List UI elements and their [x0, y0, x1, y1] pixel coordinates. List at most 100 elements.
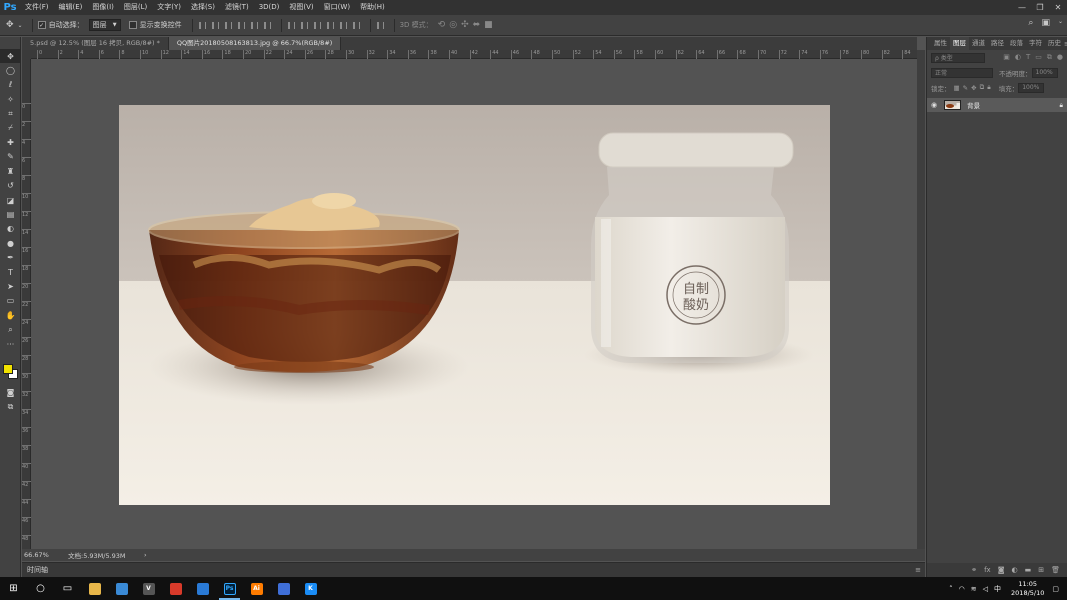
blend-mode-dropdown[interactable]: 正常 — [931, 67, 993, 78]
windows-start-icon[interactable]: ⊞ — [0, 577, 27, 600]
type-tool-icon[interactable]: T — [0, 265, 21, 279]
more-tools-icon[interactable]: ··· — [0, 337, 21, 351]
qq-icon[interactable] — [162, 577, 189, 600]
stamp-tool-icon[interactable]: ♜ — [0, 164, 21, 178]
store-icon[interactable] — [108, 577, 135, 600]
delete-layer-icon[interactable]: 🗑︎ — [1051, 566, 1060, 574]
adjustment-layer-icon[interactable]: ◐ — [1012, 566, 1018, 574]
foreground-color-swatch[interactable] — [3, 364, 13, 374]
new-layer-icon[interactable]: ⊞ — [1038, 566, 1044, 574]
network-icon[interactable]: ◠ — [959, 585, 965, 593]
menu-item-image[interactable]: 图像(I) — [87, 0, 119, 15]
menu-item-layer[interactable]: 图层(L) — [119, 0, 152, 15]
photoshop-icon[interactable]: Ps — [216, 577, 243, 600]
3d-roll-icon[interactable]: ◎ — [449, 20, 457, 30]
illustrator-icon[interactable]: Ai — [243, 577, 270, 600]
opacity-input[interactable]: 100% — [1031, 67, 1058, 78]
lasso-tool-icon[interactable]: ℓ — [0, 78, 21, 92]
clock[interactable]: 11:05 2018/5/10 — [1011, 580, 1044, 598]
path-selection-tool-icon[interactable]: ➤ — [0, 279, 21, 293]
panel-menu-icon[interactable]: ≡ — [915, 566, 921, 574]
distribute-vcenter-icon[interactable] — [300, 20, 310, 30]
close-button[interactable]: ✕ — [1049, 0, 1067, 15]
vertical-ruler[interactable]: 0 2 4 6 8 10 12 14 16 18 20 22 24 26 28 30 32 34 36 38 40 42 4… — [22, 59, 31, 560]
restore-button[interactable]: ❐ — [1031, 0, 1049, 15]
menu-item-type[interactable]: 文字(Y) — [152, 0, 186, 15]
align-top-icon[interactable] — [198, 20, 208, 30]
filter-smart-object-icon[interactable]: ⧉ — [1047, 53, 1052, 62]
filter-shape-icon[interactable]: ▭ — [1035, 53, 1042, 62]
zoom-level[interactable]: 66.67% — [22, 551, 68, 559]
tab-character[interactable]: 字符 — [1026, 37, 1045, 50]
filter-adjustment-icon[interactable]: ◐ — [1015, 53, 1021, 62]
quick-mask-icon[interactable]: ◙ — [0, 385, 21, 399]
zoom-tool-icon[interactable]: ⌕ — [0, 322, 21, 336]
distribute-bottom-icon[interactable] — [313, 20, 323, 30]
shape-tool-icon[interactable]: ▭ — [0, 294, 21, 308]
ime-indicator[interactable]: 中 — [994, 584, 1001, 594]
gradient-tool-icon[interactable]: ▤ — [0, 207, 21, 221]
align-left-icon[interactable] — [237, 20, 247, 30]
healing-brush-tool-icon[interactable]: ✚ — [0, 135, 21, 149]
distribute-left-icon[interactable] — [326, 20, 336, 30]
browser-icon[interactable] — [270, 577, 297, 600]
magic-wand-tool-icon[interactable]: ✧ — [0, 92, 21, 106]
menu-item-help[interactable]: 帮助(H) — [355, 0, 390, 15]
3d-slide-icon[interactable]: ⬌ — [473, 20, 481, 30]
dodge-tool-icon[interactable]: ● — [0, 236, 21, 250]
blur-tool-icon[interactable]: ◐ — [0, 222, 21, 236]
menu-item-3d[interactable]: 3D(D) — [254, 0, 285, 15]
task-view-icon[interactable]: ▭ — [54, 577, 81, 600]
align-right-icon[interactable] — [263, 20, 273, 30]
align-bottom-icon[interactable] — [224, 20, 234, 30]
eraser-tool-icon[interactable]: ◪ — [0, 193, 21, 207]
fill-input[interactable]: 100% — [1018, 82, 1045, 93]
tab-history[interactable]: 历史 — [1045, 37, 1064, 50]
menu-item-view[interactable]: 视图(V) — [284, 0, 318, 15]
search-icon[interactable]: ⌕ — [1028, 18, 1033, 28]
notification-icon[interactable]: ▢ — [1052, 585, 1059, 593]
timeline-tab[interactable]: 时间轴 — [27, 565, 48, 575]
lock-position-icon[interactable]: ✥ — [971, 84, 976, 92]
crop-tool-icon[interactable]: ⌗ — [0, 107, 21, 121]
wifi-icon[interactable]: ≋ — [971, 585, 977, 593]
tab-channels[interactable]: 通道 — [969, 37, 988, 50]
layer-filter-input[interactable]: ρ 类型 — [931, 52, 985, 63]
brush-tool-icon[interactable]: ✎ — [0, 150, 21, 164]
3d-drag-icon[interactable]: ✣ — [461, 20, 469, 30]
layer-style-icon[interactable]: fx — [984, 566, 991, 574]
kugou-icon[interactable]: K — [297, 577, 324, 600]
3d-camera-icon[interactable]: ■ — [484, 20, 493, 30]
move-tool-icon[interactable]: ✥ — [0, 49, 21, 64]
tab-properties[interactable]: 属性 — [931, 37, 950, 50]
screen-mode-icon[interactable]: ⧉ — [0, 400, 21, 414]
tab-paths[interactable]: 路径 — [988, 37, 1007, 50]
add-mask-icon[interactable]: ◙ — [998, 566, 1005, 574]
file-explorer-icon[interactable] — [81, 577, 108, 600]
show-transform-checkbox[interactable] — [128, 21, 137, 29]
align-vcenter-icon[interactable] — [211, 20, 221, 30]
auto-select-target-dropdown[interactable]: 图层 ▼ — [88, 19, 121, 31]
menu-item-filter[interactable]: 滤镜(T) — [220, 0, 254, 15]
filter-toggle-icon[interactable]: ● — [1057, 53, 1063, 62]
lock-transparent-icon[interactable]: ▦ — [954, 84, 960, 92]
new-group-icon[interactable]: ▬ — [1025, 566, 1032, 574]
filter-pixel-icon[interactable]: ▣ — [1003, 53, 1010, 62]
distribute-hcenter-icon[interactable] — [339, 20, 349, 30]
align-hcenter-icon[interactable] — [250, 20, 260, 30]
move-tool-icon[interactable]: ✥ — [6, 20, 14, 30]
auto-select-checkbox[interactable]: ✓ — [37, 21, 46, 29]
document-image[interactable]: 自制 酸奶 — [119, 105, 830, 505]
distribute-top-icon[interactable] — [287, 20, 297, 30]
marquee-tool-icon[interactable]: ◯ — [0, 63, 21, 77]
distribute-right-icon[interactable] — [352, 20, 362, 30]
layer-background[interactable]: ◉ 背景 🔒︎ — [927, 98, 1067, 112]
menu-item-window[interactable]: 窗口(W) — [319, 0, 355, 15]
chevron-down-icon[interactable]: ⌄ — [1058, 18, 1063, 28]
horizontal-ruler[interactable]: 0 2 4 6 8 10 12 14 16 18 20 22 24 26 28 30 32 34 36 38 40 42 4… — [31, 50, 917, 59]
tab-paragraph[interactable]: 段落 — [1007, 37, 1026, 50]
lock-artboard-icon[interactable]: ⧉ — [980, 83, 985, 92]
mail-icon[interactable] — [189, 577, 216, 600]
chevron-up-icon[interactable]: ˄ — [949, 585, 953, 593]
menu-item-edit[interactable]: 编辑(E) — [54, 0, 88, 15]
